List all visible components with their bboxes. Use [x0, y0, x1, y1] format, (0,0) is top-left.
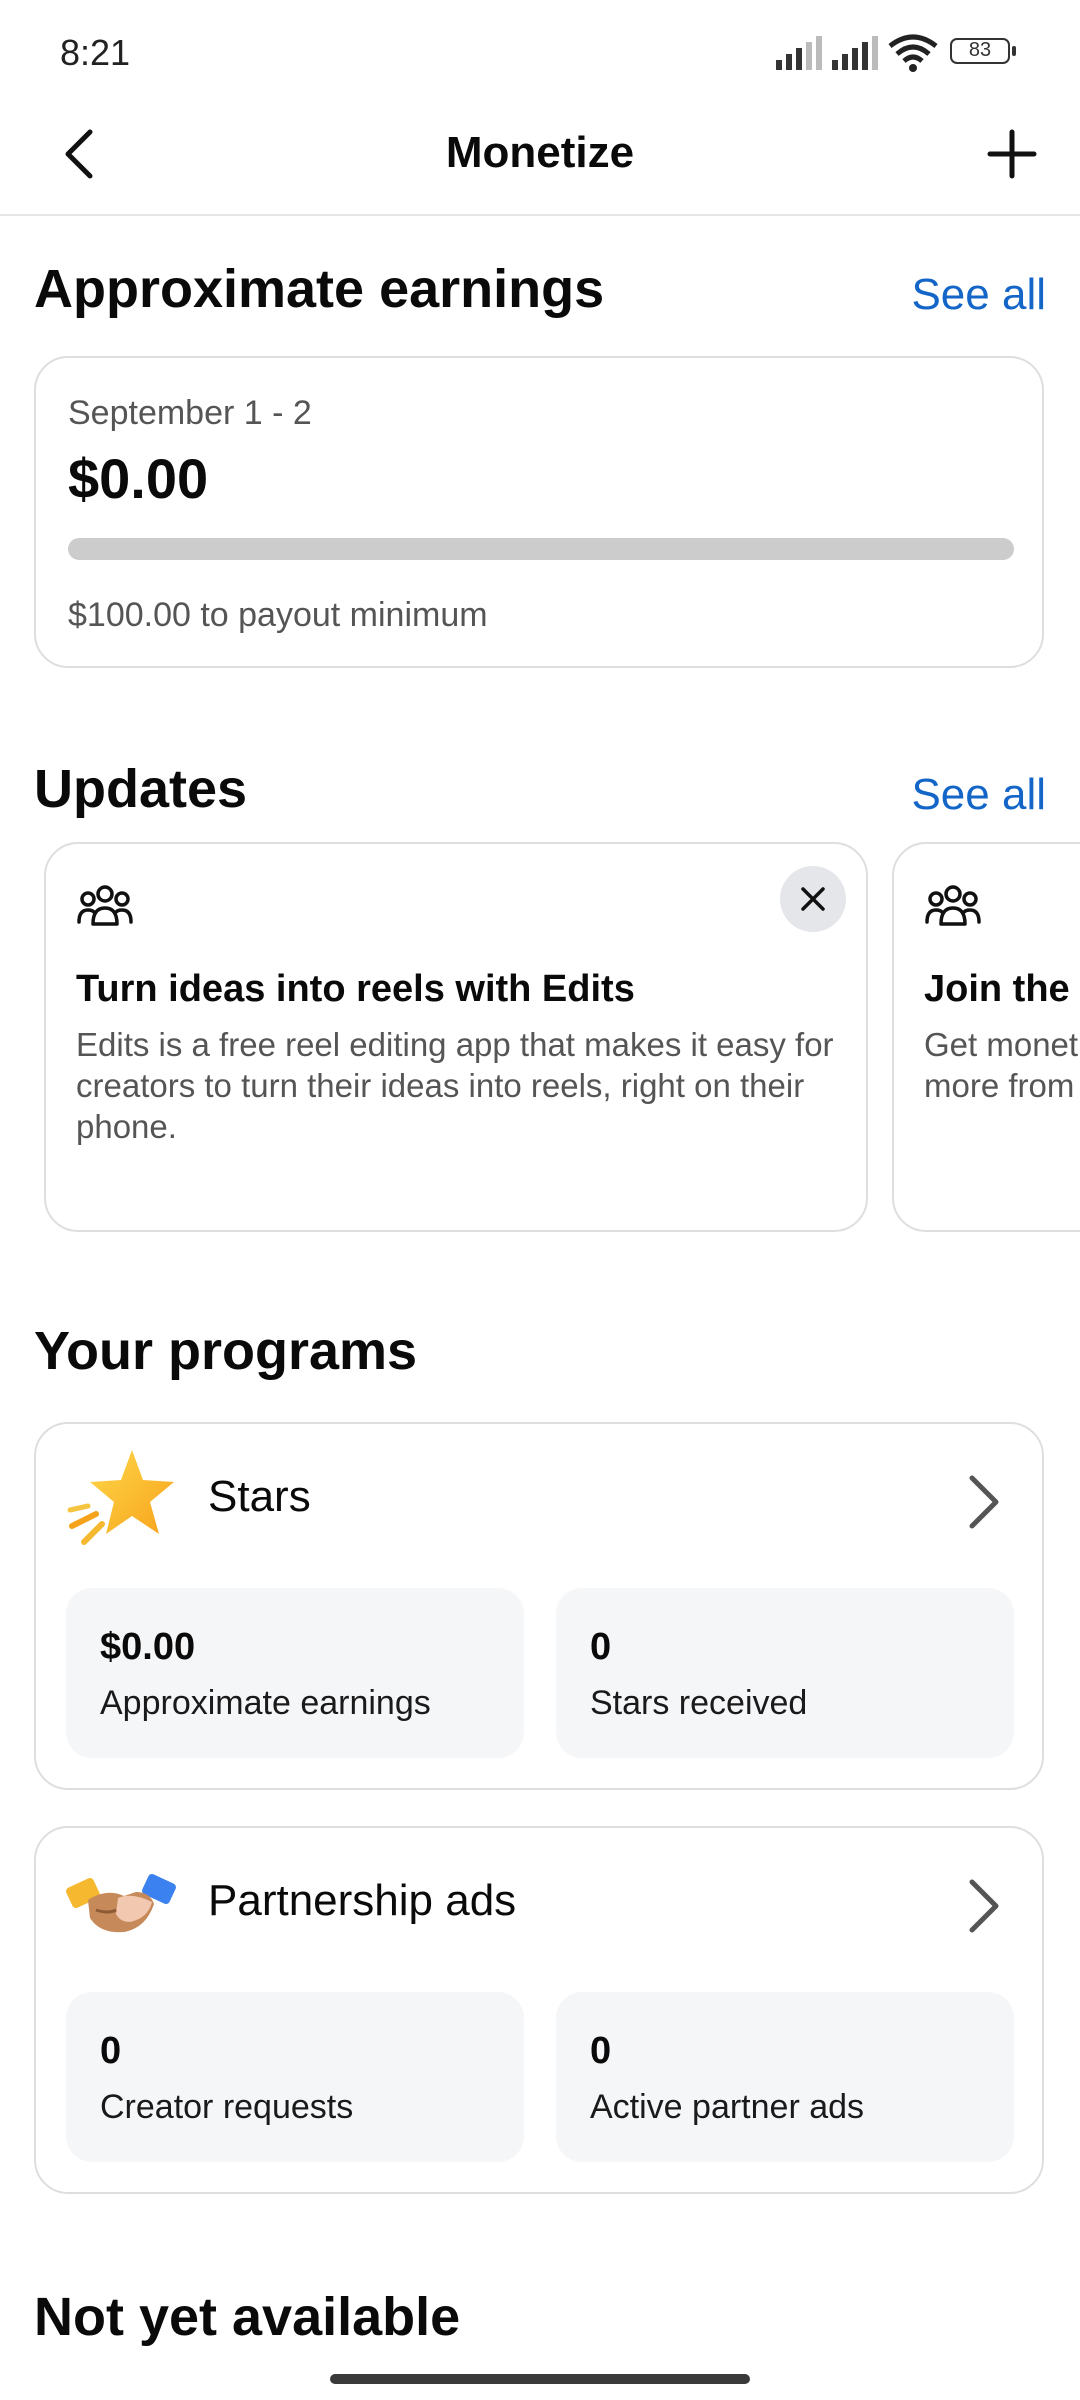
earnings-amount: $0.00: [68, 447, 209, 510]
update-title: Join the: [924, 968, 1070, 1010]
payout-minimum-note: $100.00 to payout minimum: [68, 596, 488, 634]
plus-icon[interactable]: [982, 124, 1042, 184]
earnings-card[interactable]: September 1 - 2 $0.00 $100.00 to payout …: [34, 356, 1044, 668]
stat-tile: 0 Active partner ads: [556, 1992, 1014, 2162]
chevron-right-icon[interactable]: [958, 1876, 1008, 1936]
star-icon: [67, 1450, 174, 1545]
program-name: Partnership ads: [208, 1876, 517, 1925]
stat-label: Creator requests: [100, 2088, 354, 2126]
stat-tile: 0 Stars received: [556, 1588, 1014, 1758]
program-card-stars[interactable]: Stars $0.00 Approximate earnings 0 Stars…: [34, 1422, 1044, 1790]
handshake-icon: [66, 1874, 176, 1933]
update-card[interactable]: Turn ideas into reels with Edits Edits i…: [44, 842, 868, 1232]
page-title: Monetize: [445, 128, 635, 177]
program-name: Stars: [208, 1472, 311, 1521]
stat-label: Stars received: [590, 1684, 808, 1722]
stat-tile: 0 Creator requests: [66, 1992, 524, 2162]
update-description: Edits is a free reel editing app that ma…: [76, 1026, 834, 1145]
updates-section-title: Updates: [34, 759, 248, 819]
battery-icon: 83: [950, 38, 1018, 66]
stat-value: 0: [100, 2030, 122, 2072]
programs-section-title: Your programs: [34, 1321, 418, 1381]
stat-tile: $0.00 Approximate earnings: [66, 1588, 524, 1758]
stat-value: 0: [590, 1626, 612, 1668]
close-icon: [801, 887, 825, 911]
updates-carousel[interactable]: Turn ideas into reels with Edits Edits i…: [0, 842, 1080, 1234]
program-card-partnership-ads[interactable]: Partnership ads 0 Creator requests 0 Act…: [34, 1826, 1044, 2194]
earnings-see-all-link[interactable]: See all: [911, 270, 1046, 320]
stat-label: Active partner ads: [590, 2088, 865, 2126]
top-bar: Monetize: [0, 100, 1080, 216]
battery-level: 83: [968, 39, 992, 61]
earnings-date-range: September 1 - 2: [68, 394, 312, 432]
updates-see-all-link[interactable]: See all: [911, 770, 1046, 820]
update-description: Get monet more from: [924, 1026, 1079, 1104]
payout-progress-bar: [68, 538, 1014, 560]
status-bar: 8:21 83: [0, 0, 1080, 100]
wifi-icon: [888, 34, 938, 72]
update-title: Turn ideas into reels with Edits: [76, 968, 635, 1010]
stat-label: Approximate earnings: [100, 1684, 431, 1722]
status-time: 8:21: [60, 32, 131, 73]
people-group-icon: [77, 885, 133, 926]
people-group-icon: [925, 885, 981, 926]
cellular-signal-icon: [832, 36, 878, 70]
chevron-right-icon[interactable]: [958, 1472, 1008, 1532]
stat-value: 0: [590, 2030, 612, 2072]
update-card[interactable]: Join the Get monet more from: [892, 842, 1080, 1232]
dismiss-update-button[interactable]: [780, 866, 846, 932]
home-indicator[interactable]: [330, 2374, 750, 2384]
earnings-section-title: Approximate earnings: [34, 259, 605, 319]
stat-value: $0.00: [100, 1626, 196, 1668]
cellular-signal-icon: [776, 36, 822, 70]
not-available-section-title: Not yet available: [34, 2287, 461, 2347]
